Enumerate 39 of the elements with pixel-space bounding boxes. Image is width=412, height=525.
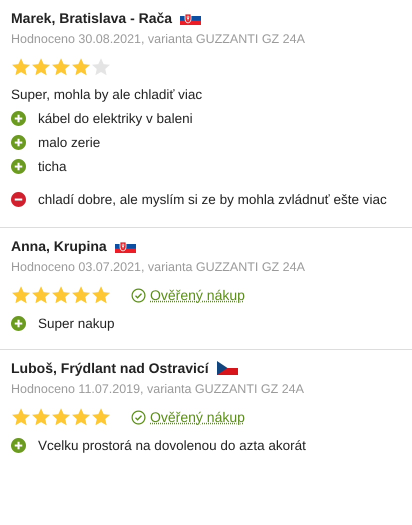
star-icon xyxy=(31,407,51,427)
reviewer-name: Marek, Bratislava - Rača xyxy=(11,10,172,26)
verified-purchase-link[interactable]: Ověřený nákup xyxy=(150,409,245,425)
plus-icon xyxy=(11,135,26,150)
star-icon xyxy=(11,407,31,427)
flag-icon xyxy=(114,239,136,253)
minus-icon xyxy=(11,192,26,207)
star-icon xyxy=(11,285,31,305)
star-icon xyxy=(31,57,51,77)
star-icon xyxy=(71,57,91,77)
plus-icon xyxy=(11,159,26,174)
star-icon xyxy=(91,57,111,77)
plus-icon xyxy=(11,111,26,126)
star-icon xyxy=(71,285,91,305)
star-icon xyxy=(91,407,111,427)
flag-icon xyxy=(216,361,238,375)
review-point: kábel do elektriky v baleni xyxy=(38,111,193,126)
star-icon xyxy=(11,57,31,77)
reviewer-name: Luboš, Frýdlant nad Ostravicí xyxy=(11,360,209,376)
verified-purchase-link[interactable]: Ověřený nákup xyxy=(150,287,245,303)
star-icon xyxy=(31,285,51,305)
plus-icon xyxy=(11,316,26,331)
review-point: chladí dobre, ale myslím si ze by mohla zvládnuť ešte viac xyxy=(38,192,387,207)
review-meta: Hodnoceno 11.07.2019, varianta GUZZANTI GZ 24A xyxy=(11,382,305,396)
review-point: malo zerie xyxy=(38,135,100,150)
review-point: Super nakup xyxy=(38,316,115,331)
reviewer-name: Anna, Krupina xyxy=(11,238,107,254)
star-icon xyxy=(71,407,91,427)
review-meta: Hodnoceno 30.08.2021, varianta GUZZANTI GZ 24A xyxy=(11,32,306,46)
flag-icon xyxy=(180,11,202,25)
plus-icon xyxy=(11,438,26,453)
review-meta: Hodnoceno 03.07.2021, varianta GUZZANTI GZ 24A xyxy=(11,260,306,274)
review-point: Vcelku prostorá na dovolenou do azta akorát xyxy=(38,438,306,453)
review-text: Super, mohla by ale chladiť viac xyxy=(11,87,204,102)
star-icon xyxy=(91,285,111,305)
star-icon xyxy=(51,285,71,305)
review-point: ticha xyxy=(38,159,67,174)
star-icon xyxy=(51,407,71,427)
star-icon xyxy=(51,57,71,77)
